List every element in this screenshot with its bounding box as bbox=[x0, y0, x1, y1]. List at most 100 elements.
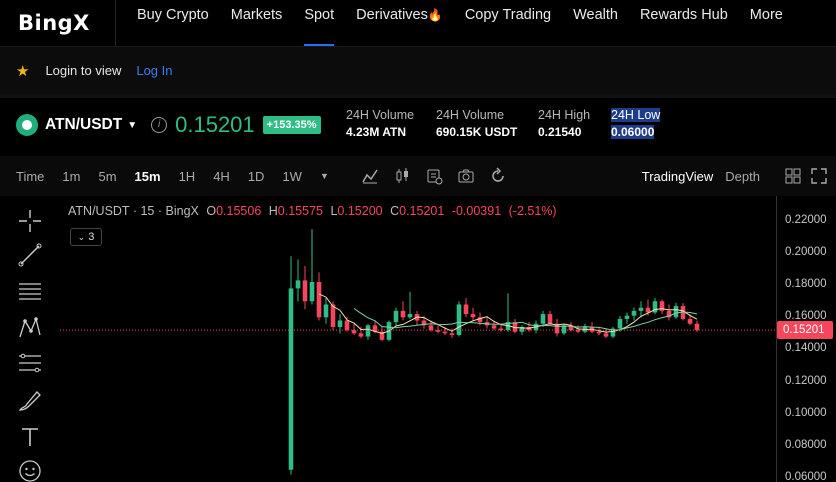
candle bbox=[554, 318, 560, 337]
candle bbox=[288, 256, 294, 475]
timeframe-15m[interactable]: 15m bbox=[126, 169, 170, 184]
bingx-logo[interactable]: BingX bbox=[0, 0, 116, 46]
grid-layout-icon[interactable] bbox=[784, 167, 802, 185]
caret-down-icon[interactable]: ▼ bbox=[127, 120, 137, 131]
price-tick-label: 0.14000 bbox=[785, 342, 827, 355]
legend-close: 0.15201 bbox=[399, 204, 445, 218]
price-tick-label: 0.22000 bbox=[785, 214, 827, 226]
price-axis[interactable]: 0.22000 0.20000 0.18000 0.16000 0.14000 0.120… bbox=[776, 196, 836, 482]
legend-change: -0.00391 bbox=[451, 204, 502, 218]
atn-coin-icon bbox=[16, 114, 38, 136]
timeframe-1h[interactable]: 1H bbox=[170, 169, 205, 184]
crosshair-icon[interactable] bbox=[17, 208, 43, 234]
nav-item-label: Spot bbox=[304, 7, 335, 23]
tab-tradingview[interactable]: TradingView bbox=[636, 169, 720, 184]
price-tick-label: 0.20000 bbox=[785, 246, 827, 259]
stat-label: 24H Low bbox=[611, 108, 661, 122]
candle bbox=[309, 229, 315, 305]
candle bbox=[379, 326, 385, 342]
legend-low: 0.15200 bbox=[337, 204, 383, 218]
legend-change-pct: (-2.51%) bbox=[508, 204, 557, 218]
legend-interval: 15 bbox=[140, 204, 155, 218]
candle bbox=[407, 291, 413, 319]
nav-item-derivatives[interactable]: Derivatives🔥 bbox=[345, 0, 454, 46]
timeframe-1d[interactable]: 1D bbox=[239, 169, 274, 184]
price-tick-label: 0.08000 bbox=[785, 438, 827, 451]
nav-item-copy-trading[interactable]: Copy Trading bbox=[454, 0, 562, 46]
info-icon[interactable]: i bbox=[151, 117, 168, 133]
ohlc-legend: ATN/USDT · 15 · BingX O0.15506 H0.15575 … bbox=[68, 204, 557, 218]
timeframe-1m[interactable]: 1m bbox=[53, 169, 89, 184]
candle-type-icon[interactable] bbox=[393, 167, 411, 185]
stat-low: 24H Low 0.06000 bbox=[611, 108, 661, 139]
trendline-icon[interactable] bbox=[17, 242, 43, 268]
nav-item-more[interactable]: More bbox=[739, 0, 794, 46]
stat-volume-quote: 24H Volume 690.15K USDT bbox=[436, 108, 517, 139]
refresh-icon[interactable] bbox=[489, 167, 507, 185]
chart-toolbar: Time 1m 5m 15m 1H 4H 1D 1W ▼ TradingView Depth bbox=[0, 156, 836, 196]
fib-icon[interactable] bbox=[17, 351, 43, 377]
price-chart[interactable]: ATN/USDT · 15 · BingX O0.15506 H0.15575 … bbox=[60, 196, 776, 482]
brush-icon[interactable] bbox=[17, 388, 43, 414]
timeframe-group: Time 1m 5m 15m 1H 4H 1D 1W bbox=[0, 169, 311, 184]
indicator-collapse-button[interactable]: ⌄ 3 bbox=[70, 228, 102, 246]
candle bbox=[484, 317, 490, 329]
timeframe-dropdown-icon[interactable]: ▼ bbox=[311, 171, 338, 181]
nav-item-label: More bbox=[749, 7, 783, 23]
stat-value: 0.06000 bbox=[611, 125, 655, 139]
candle bbox=[610, 326, 616, 339]
price-tick-label: 0.18000 bbox=[785, 278, 827, 291]
nav-item-spot[interactable]: Spot bbox=[293, 0, 345, 46]
nav-item-label: Wealth bbox=[573, 7, 618, 23]
candle bbox=[351, 323, 357, 335]
legend-exchange: BingX bbox=[165, 204, 199, 218]
price-tick-label: 0.10000 bbox=[785, 406, 827, 419]
nav-item-markets[interactable]: Markets bbox=[220, 0, 294, 46]
candle bbox=[561, 323, 567, 335]
fullscreen-icon[interactable] bbox=[810, 167, 828, 185]
timeframe-1w[interactable]: 1W bbox=[273, 169, 311, 184]
indicator-icon[interactable] bbox=[361, 167, 379, 185]
candlestick-svg[interactable] bbox=[60, 196, 776, 482]
login-link[interactable]: Log In bbox=[136, 63, 172, 78]
price-tick-label: 0.06000 bbox=[785, 470, 827, 482]
nav-item-buy-crypto[interactable]: Buy Crypto bbox=[116, 0, 220, 46]
candle bbox=[666, 304, 672, 321]
star-icon[interactable]: ★ bbox=[16, 62, 29, 80]
text-icon[interactable] bbox=[17, 424, 43, 450]
nav-item-rewards-hub[interactable]: Rewards Hub bbox=[629, 0, 739, 46]
stat-label: 24H High bbox=[538, 108, 591, 122]
candle bbox=[512, 318, 518, 334]
legend-symbol: ATN/USDT bbox=[68, 204, 130, 218]
stat-label: 24H Volume bbox=[346, 108, 415, 122]
candle bbox=[365, 323, 371, 340]
pair-selector[interactable]: ATN/USDT bbox=[45, 116, 122, 134]
candle bbox=[547, 310, 553, 326]
candle bbox=[673, 302, 679, 319]
price-tick-label: 0.12000 bbox=[785, 374, 827, 387]
stat-volume-base: 24H Volume 4.23M ATN bbox=[346, 108, 414, 139]
timeframe-5m[interactable]: 5m bbox=[89, 169, 125, 184]
candle bbox=[652, 298, 658, 315]
candle bbox=[659, 299, 665, 315]
settings-icon[interactable] bbox=[425, 167, 443, 185]
candle bbox=[295, 259, 301, 302]
ticker-bar: ATN/USDT ▼ i 0.15201 +153.35% 24H Volume… bbox=[0, 94, 836, 152]
chevron-down-icon: ⌄ bbox=[77, 232, 86, 242]
candle bbox=[589, 322, 595, 334]
horizontal-lines-icon[interactable] bbox=[17, 279, 43, 305]
emoji-icon[interactable] bbox=[17, 458, 43, 482]
collapse-count: 3 bbox=[88, 231, 95, 243]
last-price: 0.15201 bbox=[175, 112, 255, 137]
login-bar: ★ Login to view Log In bbox=[0, 46, 836, 94]
timeframe-4h[interactable]: 4H bbox=[204, 169, 239, 184]
nav-item-wealth[interactable]: Wealth bbox=[562, 0, 629, 46]
screenshot-icon[interactable] bbox=[457, 167, 475, 185]
pattern-icon[interactable] bbox=[17, 315, 43, 341]
nav-item-label: Rewards Hub bbox=[639, 7, 728, 23]
tab-depth[interactable]: Depth bbox=[719, 169, 766, 184]
stat-value: 690.15K USDT bbox=[436, 125, 518, 139]
top-nav: BingX Buy Crypto Markets Spot Derivatives🔥 C… bbox=[0, 0, 836, 46]
timeframe-time[interactable]: Time bbox=[0, 169, 53, 184]
change-badge: +153.35% bbox=[262, 116, 321, 134]
